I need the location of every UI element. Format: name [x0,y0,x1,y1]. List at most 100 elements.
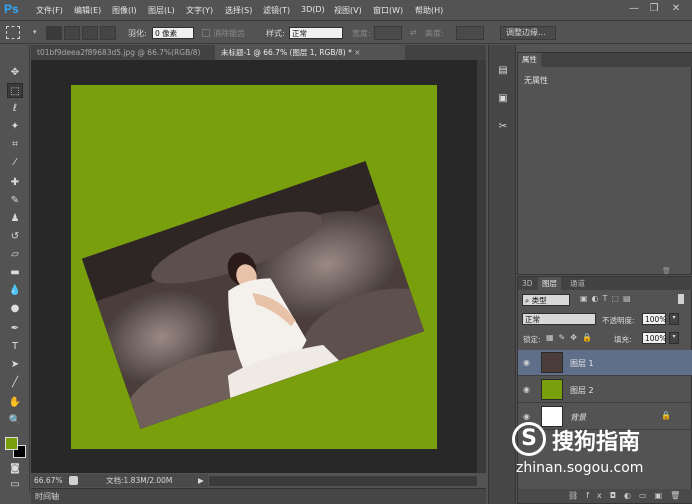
watermark-brand: 搜狗指南 [552,430,641,455]
history-brush-tool-icon[interactable]: ↺ [7,229,23,244]
brush-tool-icon[interactable]: ✎ [7,193,23,208]
eyedropper-tool-icon[interactable]: ⁄ [7,155,23,170]
blur-tool-icon[interactable]: 💧 [7,283,23,298]
lock-icons[interactable]: ▦✎✥🔒 [546,333,597,342]
tab-untitled-1[interactable]: 未标题-1 @ 66.7% (图层 1, RGB/8) * × [215,45,405,60]
fill-arrow-icon[interactable]: ▾ [669,332,679,344]
tab-image-jpg[interactable]: t01bf9deea2f89683d5.jpg @ 66.7%(RGB/8) [31,45,213,60]
dodge-tool-icon[interactable]: ● [7,301,23,316]
gradient-tool-icon[interactable]: ▬ [7,265,23,280]
width-label: 宽度: [352,29,371,38]
pen-tool-icon[interactable]: ✒ [7,321,23,336]
visibility-eye-icon[interactable]: ◉ [523,385,533,395]
move-tool-icon[interactable]: ✥ [7,65,23,80]
layer-filter-icons[interactable]: ▣◐T⬚▤ [580,294,635,303]
minimize-icon[interactable]: — [626,2,642,16]
style-select[interactable]: 正常 [289,27,343,39]
marquee-tool-icon[interactable] [6,26,20,39]
filter-kind-label: 类型 [531,296,547,305]
height-input[interactable] [456,26,484,40]
layer-thumbnail [541,379,563,400]
opacity-arrow-icon[interactable]: ▾ [669,313,679,325]
tab-3d[interactable]: 3D [518,277,537,290]
menu-bar: Ps 文件(F) 编辑(E) 图像(I) 图层(L) 文字(Y) 选择(S) 滤… [0,0,692,21]
eraser-tool-icon[interactable]: ▱ [7,247,23,262]
opacity-input[interactable]: 100% [642,313,666,325]
subtract-selection-icon[interactable] [82,26,98,40]
horizontal-scrollbar[interactable] [209,476,477,486]
status-menu-arrow-icon[interactable]: ▶ [198,474,204,487]
refine-edge-button[interactable]: 调整边缘... [500,26,556,40]
tab-label: t01bf9deea2f89683d5.jpg @ 66.7%(RGB/8) [37,48,201,57]
menu-layer[interactable]: 图层(L) [148,5,175,16]
properties-content: 无属性 [524,76,548,85]
options-bar: ▾ 羽化: 0 像素 消除锯齿 样式: 正常 宽度: ⇄ 高度: 调整边缘... [0,22,692,44]
menu-view[interactable]: 视图(V) [334,5,362,16]
menu-select[interactable]: 选择(S) [225,5,252,16]
quick-mask-icon[interactable]: ◙ [7,461,23,476]
menu-help[interactable]: 帮助(H) [415,5,443,16]
properties-trash-icon[interactable]: 🗑 [662,267,671,275]
menu-type[interactable]: 文字(Y) [186,5,213,16]
screen-mode-icon[interactable]: ▭ [7,477,23,492]
swap-dimensions-icon[interactable]: ⇄ [410,28,417,37]
menu-window[interactable]: 窗口(W) [373,5,403,16]
tab-properties[interactable]: 属性 [518,53,541,67]
zoom-tool-icon[interactable]: 🔍 [7,413,23,428]
close-tab-icon[interactable]: × [354,48,360,57]
tool-presets-icon[interactable]: ✂ [495,119,511,135]
clone-stamp-tool-icon[interactable]: ♟ [7,211,23,226]
antialias-label: 消除锯齿 [213,29,245,38]
status-bar: 66.67% 文档:1.83M/2.00M ▶ [31,474,208,487]
lasso-tool-icon[interactable]: ℓ [7,101,23,116]
healing-brush-tool-icon[interactable]: ✚ [7,175,23,190]
line-tool-icon[interactable]: ╱ [7,375,23,390]
restore-icon[interactable]: ❐ [646,2,662,16]
tab-layers[interactable]: 图层 [538,277,561,290]
menu-edit[interactable]: 编辑(E) [74,5,101,16]
foreground-color-swatch[interactable] [5,437,18,450]
history-panel-icon[interactable]: ▤ [495,63,511,79]
fill-input[interactable]: 100% [642,332,666,344]
path-selection-tool-icon[interactable]: ➤ [7,357,23,372]
menu-file[interactable]: 文件(F) [36,5,63,16]
properties-panel-icon[interactable]: ▣ [495,91,511,107]
menu-image[interactable]: 图像(I) [112,5,137,16]
tab-channels[interactable]: 通道 [566,277,589,290]
layer-row-2[interactable]: ◉ 图层 2 [518,377,692,403]
blend-mode-select[interactable]: 正常 [522,313,596,325]
timeline-panel-tab[interactable]: 时间轴 [31,488,486,504]
layer-name[interactable]: 图层 1 [570,358,594,369]
crop-tool-icon[interactable]: ⌗ [7,137,23,152]
photoshop-logo: Ps [4,2,19,16]
status-info-icon[interactable] [69,476,78,485]
vertical-scrollbar[interactable] [477,60,486,473]
type-tool-icon[interactable]: T [7,339,23,354]
feather-input[interactable]: 0 像素 [152,27,194,39]
width-input[interactable] [374,26,402,40]
zoom-level[interactable]: 66.67% [34,474,63,487]
layer-filter-select[interactable]: ⌕ 类型 [522,294,570,306]
search-icon: ⌕ [525,296,530,305]
rectangular-marquee-tool-icon[interactable]: ⬚ [7,83,23,98]
layers-tab-bar: 3D 图层 通道 [518,277,692,290]
watermark-url: zhinan.sogou.com [516,460,644,476]
menu-filter[interactable]: 滤镜(T) [263,5,290,16]
visibility-eye-icon[interactable]: ◉ [523,358,533,368]
menu-3d[interactable]: 3D(D) [301,5,325,14]
filter-toggle[interactable] [678,294,684,304]
document-tabs: t01bf9deea2f89683d5.jpg @ 66.7%(RGB/8) 未… [31,45,486,60]
layer-row-1[interactable]: ◉ 图层 1 [518,350,692,376]
layers-bottom-toolbar[interactable]: ⛓fx◘◐▭▣🗑 [518,489,692,503]
layer-name[interactable]: 图层 2 [570,385,594,396]
hand-tool-icon[interactable]: ✋ [7,395,23,410]
antialias-checkbox[interactable] [202,29,210,37]
layer-thumbnail [541,352,563,373]
add-selection-icon[interactable] [64,26,80,40]
magic-wand-tool-icon[interactable]: ✦ [7,119,23,134]
layer-lock-icon: 🔒 [661,411,671,420]
intersect-selection-icon[interactable] [100,26,116,40]
tool-preset-arrow-icon[interactable]: ▾ [33,28,37,36]
close-icon[interactable]: ✕ [668,2,684,16]
new-selection-icon[interactable] [46,26,62,40]
